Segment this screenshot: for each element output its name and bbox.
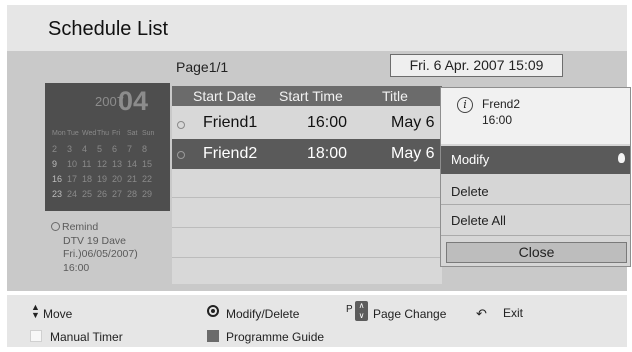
modify-label: Modify [451,152,490,167]
close-button[interactable]: Close [446,242,627,263]
calendar-day: 18 [82,174,93,184]
calendar-day: 20 [112,174,123,184]
calendar-day: 19 [97,174,108,184]
calendar-day: 7 [127,144,133,154]
calendar-day: 23 [52,189,63,199]
popup-program-title: Frend2 [482,97,521,111]
popup-info-area [441,88,630,144]
row-program-name: Friend1 [203,114,258,131]
row-date: May 6 [391,114,435,131]
white-key-icon [30,330,42,342]
weekday-label: Tue [67,130,79,137]
exit-hint: Exit [503,306,524,320]
calendar-day: 16 [52,174,63,184]
menu-divider [441,235,630,236]
calendar-day: 10 [67,159,78,169]
calendar-day: 3 [67,144,73,154]
delete-all-menu-item[interactable]: Delete All [451,213,506,228]
calendar-day: 9 [52,159,58,169]
pointer-icon [618,153,625,163]
calendar-week-row: 2345678 [52,144,157,154]
row-start-time: 16:00 [307,114,348,131]
calendar-day: 28 [127,189,138,199]
calendar-day: 12 [97,159,108,169]
remind-info: Remind DTV 19 Dave Fri.)06/05/2007) 16:0… [51,221,138,275]
move-hint: Move [43,307,73,321]
calendar-day: 8 [142,144,148,154]
return-icon: ↶ [476,306,487,321]
row-divider [172,257,442,258]
info-icon: i [457,97,473,113]
calendar-day: 4 [82,144,88,154]
calendar-day: 25 [82,189,93,199]
calendar-week-row: 9 10 11 12 13 14 15 [52,159,157,169]
header-start-time: Start Time [279,88,343,104]
calendar-day: 5 [97,144,103,154]
p-label: P [346,304,353,315]
clock-icon [51,222,60,231]
calendar-day: 26 [97,189,108,199]
clock-icon [177,151,185,159]
page-indicator: Page1/1 [176,59,229,75]
row-start-time: 18:00 [307,145,348,162]
remind-label: Remind [62,221,99,233]
header-title: Title [382,88,408,104]
header-start-date: Start Date [193,88,257,104]
calendar-day: 2 [52,144,58,154]
calendar-day: 15 [142,159,153,169]
menu-divider [441,204,630,205]
page-up-down-icon: ∧ ∨ [355,301,368,321]
calendar-day: 17 [67,174,78,184]
clock-icon [177,121,185,129]
weekday-label: Mon [52,130,66,137]
calendar-weekday-row: MonTue WedThu Fri Sat Sun [52,130,157,137]
row-program-name: Friend2 [203,145,258,162]
weekday-label: Wed [82,130,97,137]
calendar-day: 29 [142,189,153,199]
weekday-label: Thu [97,130,110,137]
ok-button-icon [207,305,219,317]
delete-menu-item[interactable]: Delete [451,184,489,199]
up-down-arrows-icon: ▲ ▼ [31,302,40,320]
weekday-label: Sat [127,130,138,137]
programme-guide-hint: Programme Guide [226,330,325,344]
remind-date: Fri.)06/05/2007) [63,248,138,260]
gray-key-icon [207,330,219,342]
popup-program-time: 16:00 [482,113,513,127]
calendar-day: 27 [112,189,123,199]
calendar-day: 6 [112,144,118,154]
manual-timer-hint: Manual Timer [50,330,123,344]
modify-delete-hint: Modify/Delete [226,307,300,321]
row-date: May 6 [391,145,435,162]
weekday-label: Fri [112,130,121,137]
calendar-day: 11 [82,159,92,169]
calendar-week-row: 16 17 18 19 20 21 22 [52,174,157,184]
calendar-day: 24 [67,189,78,199]
calendar-day: 13 [112,159,123,169]
page-change-hint: Page Change [373,307,447,321]
weekday-label: Sun [142,130,155,137]
page-title: Schedule List [48,18,169,40]
calendar-day: 22 [142,174,153,184]
calendar-week-row: 23 24 25 26 27 28 29 [52,189,157,199]
row-divider [172,197,442,198]
current-datetime: Fri. 6 Apr. 2007 15:09 [390,54,563,77]
calendar-month: 04 [118,86,149,116]
calendar-day: 21 [127,174,138,184]
remind-channel: DTV 19 Dave [63,234,127,247]
row-divider [172,227,442,228]
calendar-day: 14 [127,159,138,169]
remind-time: 16:00 [63,261,90,274]
